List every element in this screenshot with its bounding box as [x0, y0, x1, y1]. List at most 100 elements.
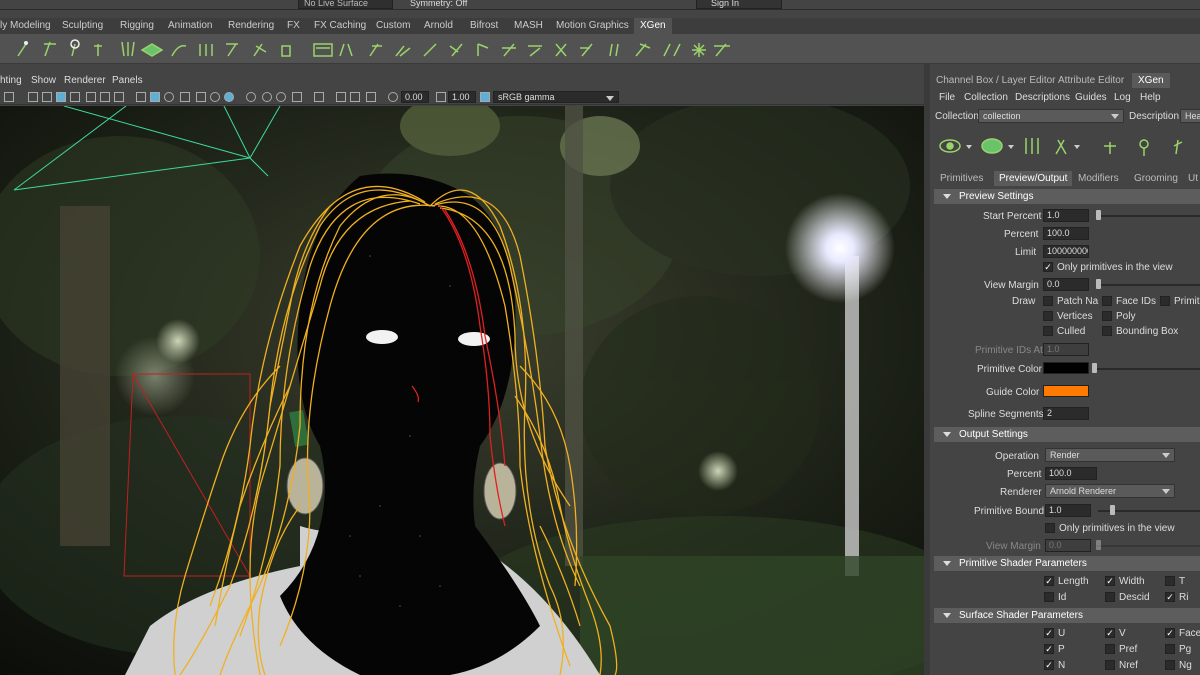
primitive-checkbox[interactable] [1160, 296, 1170, 306]
poly-checkbox[interactable] [1102, 311, 1112, 321]
shelf-tab-bifrost[interactable]: Bifrost [470, 18, 498, 34]
menu-lighting[interactable]: hting [0, 75, 22, 86]
shelf-tab-modeling[interactable]: ly Modeling [0, 18, 54, 34]
shelf-tab-sculpting[interactable]: Sculpting [62, 18, 103, 34]
only-primitives-checkbox[interactable]: ✓ [1043, 262, 1053, 272]
v-checkbox[interactable]: ✓ [1105, 628, 1115, 638]
xgen-toolbar[interactable] [930, 132, 1200, 162]
subtab-modifiers[interactable]: Modifiers [1078, 171, 1119, 186]
menu-show[interactable]: Show [31, 75, 56, 86]
film-gate-icon[interactable] [42, 92, 52, 102]
shelf-tab-mash[interactable]: MASH [514, 18, 543, 34]
all-lights-icon[interactable] [196, 92, 206, 102]
primitive-shader-header[interactable]: Primitive Shader Parameters [934, 556, 1200, 571]
shelf-tab-rendering[interactable]: Rendering [228, 18, 274, 34]
menu-collection[interactable]: Collection [964, 92, 1008, 103]
renderer-dropdown[interactable]: Arnold Renderer [1045, 484, 1175, 498]
id-checkbox[interactable] [1044, 592, 1054, 602]
primitive-bound-knob[interactable] [1110, 505, 1115, 515]
start-percent-field[interactable]: 1.0 [1043, 209, 1089, 222]
exposure-field[interactable]: 0.00 [401, 91, 429, 103]
n-checkbox[interactable]: ✓ [1044, 660, 1054, 670]
xray-active-icon[interactable] [350, 92, 360, 102]
live-surface-field[interactable]: No Live Surface [298, 0, 393, 9]
nref-checkbox[interactable] [1105, 660, 1115, 670]
collection-dropdown[interactable]: collection [978, 109, 1124, 123]
shelf-tab-custom[interactable]: Custom [376, 18, 410, 34]
shelf-tab-rigging[interactable]: Rigging [120, 18, 154, 34]
shelf-tab-fx[interactable]: FX [287, 18, 300, 34]
output-settings-header[interactable]: Output Settings [934, 427, 1200, 442]
tab-channel-box[interactable]: Channel Box / Layer Editor [936, 73, 1056, 88]
p-checkbox[interactable]: ✓ [1044, 644, 1054, 654]
pg-checkbox[interactable] [1165, 644, 1175, 654]
default-material-icon[interactable] [164, 92, 174, 102]
surface-shader-header[interactable]: Surface Shader Parameters [934, 608, 1200, 623]
depth-of-field-icon[interactable] [276, 92, 286, 102]
menu-renderer[interactable]: Renderer [64, 75, 106, 86]
color-space-dropdown[interactable]: sRGB gamma [493, 91, 619, 103]
shelf-tab-animation[interactable]: Animation [168, 18, 212, 34]
description-dropdown[interactable]: Head [1180, 109, 1200, 123]
ambient-occlusion-icon[interactable] [224, 92, 234, 102]
operation-dropdown[interactable]: Render [1045, 448, 1175, 462]
symmetry-label[interactable]: Symmetry: Off [410, 0, 467, 8]
start-percent-knob[interactable] [1096, 210, 1101, 220]
shelf-tab-xgen[interactable]: XGen [634, 18, 672, 34]
menu-help[interactable]: Help [1140, 92, 1161, 103]
primitive-bound-field[interactable]: 1.0 [1045, 504, 1091, 517]
output-only-primitives-checkbox[interactable] [1045, 523, 1055, 533]
width-checkbox[interactable]: ✓ [1105, 576, 1115, 586]
subtab-preview-output[interactable]: Preview/Output [994, 171, 1073, 186]
gamma-icon[interactable] [436, 92, 446, 102]
anti-alias-icon[interactable] [262, 92, 272, 102]
resolution-gate-icon[interactable] [56, 92, 66, 102]
pref-checkbox[interactable] [1105, 644, 1115, 654]
textured-icon[interactable] [180, 92, 190, 102]
face-ids-checkbox[interactable] [1102, 296, 1112, 306]
output-percent-field[interactable]: 100.0 [1045, 467, 1097, 480]
tab-xgen[interactable]: XGen [1132, 73, 1170, 88]
view-margin-field[interactable]: 0.0 [1043, 278, 1089, 291]
menu-panels[interactable]: Panels [112, 75, 143, 86]
menu-guides[interactable]: Guides [1075, 92, 1107, 103]
xray-joints-icon[interactable] [336, 92, 346, 102]
bounding-box-checkbox[interactable] [1102, 326, 1112, 336]
wireframe-icon[interactable] [136, 92, 146, 102]
menu-descriptions[interactable]: Descriptions [1015, 92, 1070, 103]
faceid-checkbox[interactable]: ✓ [1165, 628, 1175, 638]
subtab-utilities[interactable]: Ut [1188, 171, 1198, 186]
primitive-color-slider[interactable] [1096, 368, 1200, 370]
smooth-shade-icon[interactable] [150, 92, 160, 102]
color-management-icon[interactable] [480, 92, 490, 102]
patch-names-checkbox[interactable] [1043, 296, 1053, 306]
motion-blur-icon[interactable] [246, 92, 256, 102]
preview-settings-header[interactable]: Preview Settings [934, 189, 1200, 204]
tab-attribute-editor[interactable]: Attribute Editor [1058, 73, 1124, 88]
safe-action-icon[interactable] [100, 92, 110, 102]
xgen-shelf-icons[interactable] [0, 34, 1200, 64]
menu-file[interactable]: File [939, 92, 955, 103]
xray-icon[interactable] [314, 92, 324, 102]
view-margin-knob[interactable] [1096, 279, 1101, 289]
field-chart-icon[interactable] [86, 92, 96, 102]
gamma-field[interactable]: 1.00 [448, 91, 476, 103]
primitive-color-knob[interactable] [1092, 363, 1097, 373]
percent-field[interactable]: 100.0 [1043, 227, 1089, 240]
shelf-tab-fx-caching[interactable]: FX Caching [314, 18, 366, 34]
subtab-grooming[interactable]: Grooming [1134, 171, 1178, 186]
ri-checkbox[interactable]: ✓ [1165, 592, 1175, 602]
sign-in-button[interactable]: Sign In [696, 0, 782, 9]
limit-field[interactable]: 100000000 [1043, 245, 1089, 258]
select-camera-icon[interactable] [4, 92, 14, 102]
exposure-icon[interactable] [388, 92, 398, 102]
shelf-tab-arnold[interactable]: Arnold [424, 18, 453, 34]
grid-icon[interactable] [28, 92, 38, 102]
ng-checkbox[interactable] [1165, 660, 1175, 670]
subtab-primitives[interactable]: Primitives [940, 171, 983, 186]
spline-segments-field[interactable]: 2 [1043, 407, 1089, 420]
guide-color-swatch[interactable] [1043, 385, 1089, 397]
menu-log[interactable]: Log [1114, 92, 1131, 103]
primitive-color-swatch[interactable] [1043, 362, 1089, 374]
shadows-icon[interactable] [210, 92, 220, 102]
